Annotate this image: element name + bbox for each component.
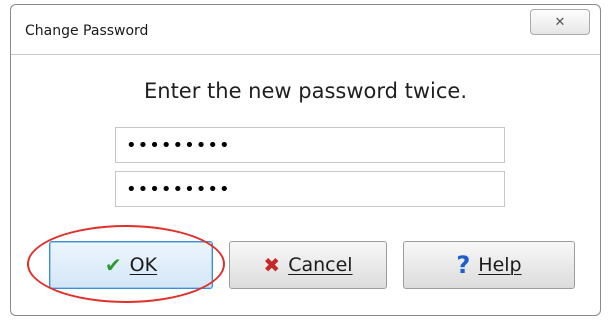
cancel-button-label: Cancel <box>288 254 353 276</box>
ok-button-label: OK <box>129 254 158 276</box>
check-icon: ✔ <box>104 253 122 277</box>
cancel-button[interactable]: ✖ Cancel <box>229 241 387 289</box>
title-bar: Change Password ✕ <box>11 5 600 55</box>
new-password-field[interactable] <box>115 127 505 163</box>
page: Change Password ✕ Enter the new password… <box>0 0 608 324</box>
instruction-text: Enter the new password twice. <box>143 79 468 103</box>
help-button-label: Help <box>478 254 522 276</box>
confirm-password-field[interactable] <box>115 171 505 207</box>
window-title: Change Password <box>25 23 149 39</box>
question-icon: ? <box>456 251 471 279</box>
help-button[interactable]: ? Help <box>403 241 575 289</box>
change-password-dialog: Change Password ✕ Enter the new password… <box>10 4 601 316</box>
close-icon: ✕ <box>554 14 566 30</box>
close-button[interactable]: ✕ <box>530 9 590 35</box>
x-icon: ✖ <box>263 253 281 277</box>
ok-button[interactable]: ✔ OK <box>49 241 213 289</box>
